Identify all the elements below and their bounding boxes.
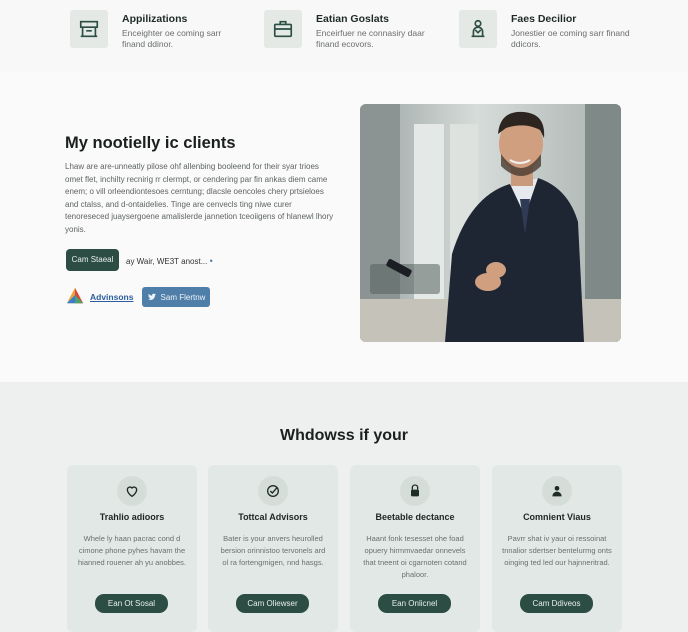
hero-cta-button[interactable]: Cam Staeal bbox=[66, 249, 119, 271]
hero-description: Lhaw are are-unneatly pilose ohf allenbi… bbox=[65, 162, 334, 234]
hero-photo-businessman bbox=[360, 104, 621, 342]
page: Appilizations Enceighter oe coming sarr … bbox=[0, 0, 688, 632]
feature-strip: Appilizations Enceighter oe coming sarr … bbox=[0, 0, 688, 72]
hero-secondary-link-label: ay Wair, WE3T anost... bbox=[126, 257, 208, 266]
heart-icon bbox=[117, 476, 147, 506]
hero-title: My nootielly ic clients bbox=[65, 134, 236, 152]
feature-description: Enceirfuer ne connasiry daar finand ecov… bbox=[316, 28, 425, 49]
partner-logo-icon bbox=[66, 287, 84, 304]
service-card: Comnient Viaus Pavrr shat iv yaur oi res… bbox=[492, 465, 622, 632]
feature-description: Jonestier oe coming sarr finand ddicors. bbox=[511, 28, 630, 49]
service-card-title: Trahlio adioors bbox=[99, 512, 165, 522]
service-card: Beetable dectance Haant fonk tesesset oh… bbox=[350, 465, 480, 632]
service-card-button[interactable]: Ean Onlicnel bbox=[378, 594, 451, 613]
service-card-button[interactable]: Cam Oliewser bbox=[236, 594, 309, 613]
hero-secondary-link[interactable]: ay Wair, WE3T anost... • bbox=[126, 256, 213, 266]
feature-title: Appilizations bbox=[122, 13, 188, 25]
desk-icon bbox=[70, 10, 108, 48]
feature-item-applications[interactable]: Appilizations Enceighter oe coming sarr … bbox=[70, 10, 250, 54]
share-button-label: Sam Flertnw bbox=[160, 292, 206, 302]
partner-link[interactable]: Advinsons bbox=[90, 292, 133, 302]
service-card-button[interactable]: Cam Ddiveos bbox=[520, 594, 593, 613]
feature-title: Faes Decilior bbox=[511, 13, 577, 25]
service-card-description: Bater is your anvers heurolled bersion o… bbox=[220, 534, 326, 567]
service-card-description: Pavrr shat iv yaur oi ressoinat tnnalior… bbox=[502, 534, 612, 567]
check-icon bbox=[258, 476, 288, 506]
bird-icon bbox=[147, 293, 156, 301]
feature-item-goals[interactable]: Eatian Goslats Enceirfuer ne connasiry d… bbox=[264, 10, 444, 54]
feature-title: Eatian Goslats bbox=[316, 13, 389, 25]
services-title: Whdowss if your bbox=[280, 427, 408, 444]
feature-item-decisions[interactable]: Faes Decilior Jonestier oe coming sarr f… bbox=[459, 10, 639, 54]
service-card-button[interactable]: Ean Ot Sosal bbox=[95, 594, 168, 613]
hero-section: My nootielly ic clients Lhaw are are-unn… bbox=[0, 72, 688, 382]
share-button[interactable]: Sam Flertnw bbox=[142, 287, 210, 307]
lock-icon bbox=[400, 476, 430, 506]
briefcase-icon bbox=[264, 10, 302, 48]
link-dot-icon: • bbox=[209, 256, 213, 266]
service-card-description: Haant fonk tesesset ohe foad opuery hirm… bbox=[363, 534, 467, 579]
service-card: Trahlio adioors Whele ly haan pacrac con… bbox=[67, 465, 197, 632]
service-card-description: Whele ly haan pacrac cond d cimone phone… bbox=[77, 534, 186, 567]
service-card: Tottcal Advisors Bater is your anvers he… bbox=[208, 465, 338, 632]
service-card-title: Tottcal Advisors bbox=[238, 512, 308, 522]
user-icon bbox=[542, 476, 572, 506]
service-card-title: Beetable dectance bbox=[375, 512, 455, 522]
service-card-title: Comnient Viaus bbox=[523, 512, 591, 522]
advisor-icon bbox=[459, 10, 497, 48]
feature-description: Enceighter oe coming sarr finand ddinor. bbox=[122, 28, 222, 49]
